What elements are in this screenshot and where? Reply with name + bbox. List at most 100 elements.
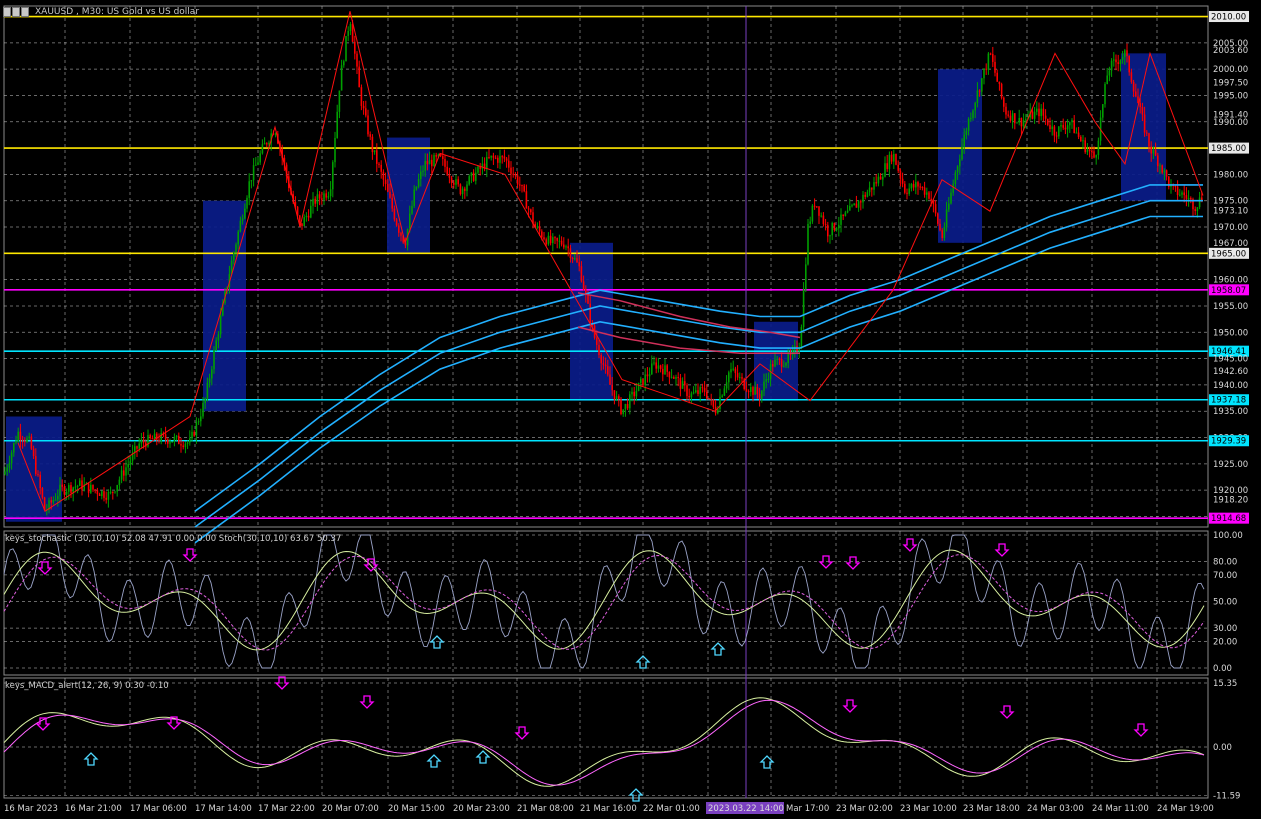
candle-body <box>32 448 35 457</box>
candle-body <box>1179 194 1181 196</box>
candle-body <box>323 193 325 200</box>
candle-body <box>325 193 327 198</box>
candle-body <box>321 198 323 200</box>
candle-body <box>164 434 167 440</box>
candle-body <box>367 115 369 135</box>
candle-body <box>541 231 543 238</box>
candle-body <box>963 134 965 147</box>
price-label: 1925.00 <box>1213 460 1248 470</box>
candle-body <box>466 184 468 191</box>
candle-body <box>206 382 209 399</box>
price-label: 1980.00 <box>1213 170 1248 180</box>
macd-sell-arrow <box>359 695 375 709</box>
candle-body <box>1091 150 1093 152</box>
candle-body <box>552 237 554 244</box>
candle-body <box>101 491 103 496</box>
candle-body <box>35 456 37 475</box>
candle-body <box>105 497 107 500</box>
candle-body <box>1007 114 1009 116</box>
stoch-axis-label: 20.00 <box>1213 637 1237 647</box>
candle-body <box>114 491 116 493</box>
price-label: 1973.10 <box>1213 207 1248 217</box>
candle-body <box>941 230 943 239</box>
candle-body <box>1055 135 1058 137</box>
candle-body <box>939 223 941 231</box>
candle-body <box>721 395 723 397</box>
candle-body <box>633 391 635 397</box>
candle-body <box>81 480 83 490</box>
price-label: 1975.00 <box>1213 197 1248 207</box>
candle-body <box>384 179 387 184</box>
candle-body <box>138 443 140 449</box>
stochastic-title: keys_stochastic (30,10,10) 52.08 47.91 0… <box>5 534 342 544</box>
candle-body <box>21 439 24 441</box>
candle-body <box>158 439 160 441</box>
candle-body <box>409 213 411 230</box>
candle-body <box>921 186 924 188</box>
candle-body <box>244 208 246 219</box>
candle-body <box>10 452 13 464</box>
candle-body <box>112 491 114 493</box>
candle-body <box>816 206 818 208</box>
candle-body <box>120 470 123 480</box>
zone-box <box>570 242 613 401</box>
candle-body <box>824 224 827 226</box>
stoch-buy-arrow <box>710 642 726 656</box>
candle-body <box>725 382 728 389</box>
candle-body <box>356 53 358 67</box>
stoch-sell-arrow <box>994 543 1010 557</box>
candle-body <box>637 382 640 392</box>
candle-body <box>774 359 776 367</box>
candle-body <box>549 235 552 244</box>
candle-body <box>882 176 884 180</box>
candle-body <box>543 237 545 240</box>
candle-body <box>675 376 677 379</box>
macd-axis-label: -11.59 <box>1213 791 1240 801</box>
window-menu-icon[interactable] <box>3 7 31 17</box>
chart-window[interactable]: 2010.00 2005.00 2003.60 2000.00 1997.50 1995.… <box>0 0 1261 819</box>
macd-sell-arrow <box>842 699 858 713</box>
candle-body <box>967 118 970 131</box>
candle-body <box>587 294 589 304</box>
candle-body <box>602 363 605 365</box>
candle-body <box>741 377 743 379</box>
candle-body <box>895 153 897 165</box>
candle-body <box>393 208 396 220</box>
candle-body <box>241 218 244 221</box>
candle-body <box>972 110 974 118</box>
candle-body <box>312 198 314 206</box>
stoch-signal-line <box>3 554 1205 651</box>
candle-body <box>1025 118 1027 121</box>
candle-body <box>398 225 400 233</box>
candle-body <box>1080 136 1082 142</box>
candle-body <box>1143 114 1146 133</box>
candle-body <box>252 165 255 181</box>
candle-body <box>1119 60 1122 65</box>
candle-body <box>4 471 6 475</box>
time-label: 20 Mar 15:00 <box>388 804 445 814</box>
price-label: 1955.00 <box>1213 302 1248 312</box>
candle-body <box>189 438 191 443</box>
time-label: 20 Mar 07:00 <box>322 804 379 814</box>
candle-body <box>640 378 642 383</box>
candle-body <box>915 182 917 188</box>
candle-body <box>446 166 448 175</box>
price-label: 1995.00 <box>1213 91 1248 101</box>
candle-body <box>736 373 739 378</box>
price-chart[interactable]: 2010.002005.002003.602000.001997.501995.… <box>0 0 1261 819</box>
candle-body <box>200 416 202 422</box>
candle-body <box>717 408 719 414</box>
candle-body <box>1003 97 1005 107</box>
candle-body <box>1161 165 1163 173</box>
candle-body <box>604 364 607 367</box>
candle-body <box>76 485 79 487</box>
candle-body <box>107 492 110 500</box>
candle-body <box>565 246 567 248</box>
candle-body <box>752 387 754 395</box>
candle-body <box>765 379 767 382</box>
candle-body <box>15 441 17 444</box>
candle-body <box>358 66 360 88</box>
candle-body <box>450 177 453 183</box>
candle-body <box>468 176 470 185</box>
candle-body <box>835 228 838 230</box>
